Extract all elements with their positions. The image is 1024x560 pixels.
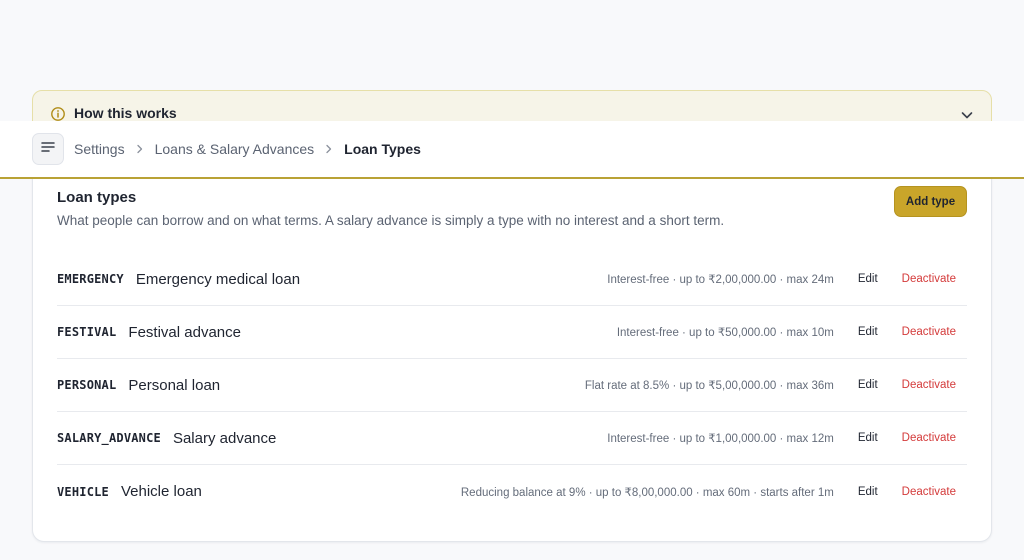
add-type-button[interactable]: Add type [894, 186, 967, 217]
card-description: What people can borrow and on what terms… [57, 213, 725, 228]
loan-type-row: FESTIVAL Festival advance Interest-free … [57, 306, 967, 359]
loan-type-terms: Interest-free · up to ₹2,00,000.00 · max… [607, 274, 834, 286]
top-bar: Settings Loans & Salary Advances Loan Ty… [0, 121, 1024, 179]
chevron-right-icon [134, 143, 146, 155]
edit-button[interactable]: Edit [858, 379, 878, 391]
menu-icon [41, 140, 55, 158]
deactivate-button[interactable]: Deactivate [902, 379, 956, 391]
loan-type-code: PERSONAL [57, 378, 117, 392]
loan-type-terms: Flat rate at 8.5% · up to ₹5,00,000.00 ·… [584, 380, 834, 392]
loan-type-name: Salary advance [172, 429, 277, 447]
banner-title: How this works [74, 105, 177, 121]
loan-type-row: VEHICLE Vehicle loan Reducing balance at… [57, 465, 967, 518]
loan-type-row: PERSONAL Personal loan Flat rate at 8.5%… [57, 359, 967, 412]
loan-type-code: EMERGENCY [57, 272, 124, 286]
deactivate-button[interactable]: Deactivate [902, 486, 956, 498]
loan-type-name: Emergency medical loan [135, 270, 301, 288]
loan-type-name: Festival advance [128, 323, 241, 341]
breadcrumb-settings[interactable]: Settings [74, 141, 125, 157]
edit-button[interactable]: Edit [858, 273, 878, 285]
breadcrumb-loan-types: Loan Types [344, 141, 421, 157]
loan-type-row: EMERGENCY Emergency medical loan Interes… [57, 253, 967, 306]
card-title: Loan types [57, 189, 137, 206]
loan-type-code: FESTIVAL [57, 325, 117, 339]
deactivate-button[interactable]: Deactivate [902, 432, 956, 444]
loan-type-row: SALARY_ADVANCE Salary advance Interest-f… [57, 412, 967, 465]
deactivate-button[interactable]: Deactivate [902, 326, 956, 338]
loan-type-terms: Interest-free · up to ₹1,00,000.00 · max… [607, 433, 834, 445]
edit-button[interactable]: Edit [858, 432, 878, 444]
breadcrumb-loans-salary-advances[interactable]: Loans & Salary Advances [155, 141, 315, 157]
loan-types-list: EMERGENCY Emergency medical loan Interes… [57, 253, 967, 518]
chevron-right-icon [323, 143, 335, 155]
loan-type-terms: Reducing balance at 9% · up to ₹8,00,000… [460, 486, 834, 499]
edit-button[interactable]: Edit [858, 486, 878, 498]
edit-button[interactable]: Edit [858, 326, 878, 338]
loan-types-card: Loan types What people can borrow and on… [32, 150, 992, 542]
loan-type-name: Personal loan [128, 376, 221, 394]
sidebar-toggle-button[interactable] [32, 133, 64, 165]
loan-type-terms: Interest-free · up to ₹50,000.00 · max 1… [616, 327, 834, 339]
deactivate-button[interactable]: Deactivate [902, 273, 956, 285]
loan-type-code: VEHICLE [57, 484, 109, 499]
info-icon [50, 106, 66, 122]
loan-type-name: Vehicle loan [120, 483, 202, 500]
loan-type-code: SALARY_ADVANCE [57, 431, 161, 445]
breadcrumb: Settings Loans & Salary Advances Loan Ty… [74, 121, 421, 177]
